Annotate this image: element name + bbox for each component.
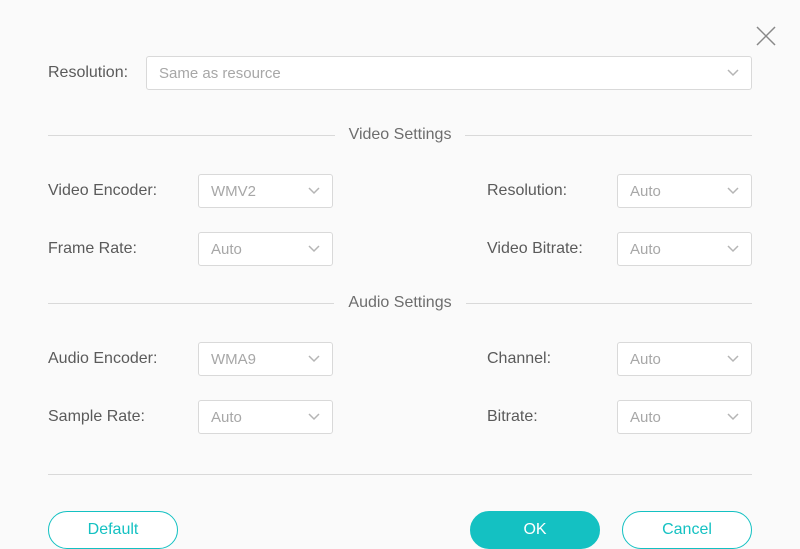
channel-select[interactable]: Auto — [617, 342, 752, 376]
video-bitrate-select[interactable]: Auto — [617, 232, 752, 266]
chevron-down-icon — [308, 245, 320, 253]
chevron-down-icon — [727, 187, 739, 195]
chevron-down-icon — [727, 245, 739, 253]
resolution-select[interactable]: Same as resource — [146, 56, 752, 90]
default-button-label: Default — [88, 521, 139, 539]
video-encoder-select[interactable]: WMV2 — [198, 174, 333, 208]
resolution-label: Resolution: — [48, 64, 128, 82]
video-resolution-value: Auto — [630, 183, 661, 200]
video-settings-title: Video Settings — [349, 126, 452, 144]
chevron-down-icon — [308, 413, 320, 421]
chevron-down-icon — [727, 355, 739, 363]
divider — [48, 135, 335, 136]
frame-rate-value: Auto — [211, 241, 242, 258]
frame-rate-label: Frame Rate: — [48, 240, 188, 258]
chevron-down-icon — [308, 187, 320, 195]
video-resolution-select[interactable]: Auto — [617, 174, 752, 208]
audio-bitrate-value: Auto — [630, 409, 661, 426]
audio-encoder-label: Audio Encoder: — [48, 350, 188, 368]
video-bitrate-label: Video Bitrate: — [487, 240, 607, 258]
audio-bitrate-label: Bitrate: — [487, 408, 607, 426]
chevron-down-icon — [727, 413, 739, 421]
sample-rate-value: Auto — [211, 409, 242, 426]
channel-value: Auto — [630, 351, 661, 368]
audio-encoder-select[interactable]: WMA9 — [198, 342, 333, 376]
channel-label: Channel: — [487, 350, 607, 368]
audio-bitrate-select[interactable]: Auto — [617, 400, 752, 434]
ok-button[interactable]: OK — [470, 511, 600, 549]
video-resolution-label: Resolution: — [487, 182, 607, 200]
close-icon[interactable] — [754, 24, 778, 48]
cancel-button[interactable]: Cancel — [622, 511, 752, 549]
divider — [466, 303, 752, 304]
frame-rate-select[interactable]: Auto — [198, 232, 333, 266]
video-encoder-label: Video Encoder: — [48, 182, 188, 200]
video-encoder-value: WMV2 — [211, 183, 256, 200]
audio-encoder-value: WMA9 — [211, 351, 256, 368]
divider — [48, 303, 334, 304]
sample-rate-select[interactable]: Auto — [198, 400, 333, 434]
default-button[interactable]: Default — [48, 511, 178, 549]
video-bitrate-value: Auto — [630, 241, 661, 258]
cancel-button-label: Cancel — [662, 521, 712, 539]
chevron-down-icon — [727, 69, 739, 77]
sample-rate-label: Sample Rate: — [48, 408, 188, 426]
audio-settings-title: Audio Settings — [348, 294, 451, 312]
chevron-down-icon — [308, 355, 320, 363]
ok-button-label: OK — [523, 521, 546, 539]
divider — [48, 474, 752, 475]
divider — [465, 135, 752, 136]
resolution-value: Same as resource — [159, 65, 281, 82]
